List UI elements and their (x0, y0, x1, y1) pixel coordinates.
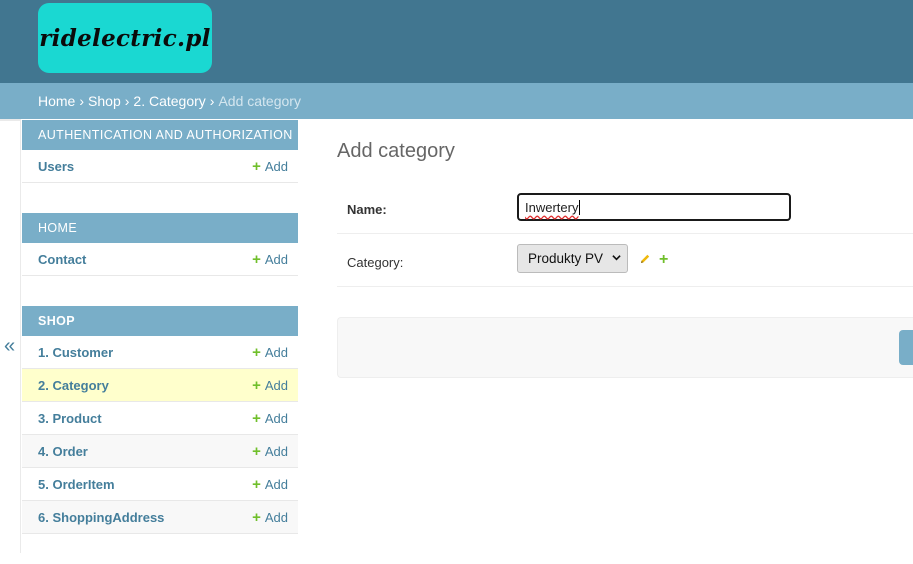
add-label: Add (264, 251, 288, 267)
category-select-value: Produkty PV (528, 251, 604, 266)
name-input-value: Inwertery (525, 199, 579, 215)
sidebar-item-category: 2. Category + Add (22, 369, 298, 402)
sidebar-item-label[interactable]: Contact (38, 252, 86, 267)
save-button[interactable] (899, 330, 913, 365)
sidebar-item-contact: Contact + Add (22, 243, 298, 276)
add-label: Add (264, 410, 288, 426)
text-caret (579, 199, 581, 215)
add-orderitem-link[interactable]: + Add (252, 476, 288, 493)
pencil-icon[interactable] (639, 253, 651, 265)
breadcrumb-current: Add category (218, 93, 301, 109)
add-label: Add (264, 377, 288, 393)
site-header: ridelectric.pl (0, 0, 913, 83)
plus-icon: + (252, 409, 261, 427)
form-row-category: Category: Produkty PV + (337, 234, 913, 287)
module-home: HOME Contact + Add (22, 213, 298, 276)
category-label: Category: (347, 255, 404, 270)
add-product-link[interactable]: + Add (252, 410, 288, 427)
sidebar-item-order: 4. Order + Add (22, 435, 298, 468)
add-label: Add (264, 443, 288, 459)
module-caption-home[interactable]: HOME (22, 213, 298, 243)
plus-icon: + (252, 508, 261, 526)
sidebar-item-label[interactable]: 5. OrderItem (38, 477, 115, 492)
breadcrumb: Home › Shop › 2. Category › Add category (0, 83, 913, 119)
add-users-link[interactable]: + Add (252, 158, 288, 175)
category-select[interactable]: Produkty PV (517, 244, 628, 273)
sidebar-item-product: 3. Product + Add (22, 402, 298, 435)
plus-icon[interactable]: + (659, 251, 668, 269)
plus-icon: + (252, 442, 261, 460)
name-input[interactable]: Inwertery (517, 193, 791, 221)
add-order-link[interactable]: + Add (252, 443, 288, 460)
plus-icon: + (252, 343, 261, 361)
sidebar-item-label[interactable]: 3. Product (38, 411, 102, 426)
breadcrumb-separator: › (79, 93, 85, 109)
site-logo[interactable]: ridelectric.pl (38, 3, 212, 73)
breadcrumb-home[interactable]: Home (38, 93, 75, 109)
plus-icon: + (252, 376, 261, 394)
plus-icon: + (252, 475, 261, 493)
add-category-link[interactable]: + Add (252, 377, 288, 394)
sidebar-toggle[interactable]: « (0, 119, 21, 553)
module-caption-auth[interactable]: AUTHENTICATION AND AUTHORIZATION (22, 120, 298, 150)
sidebar-item-label[interactable]: 1. Customer (38, 345, 113, 360)
breadcrumb-shop[interactable]: Shop (88, 93, 121, 109)
add-label: Add (264, 509, 288, 525)
sidebar-item-label[interactable]: 4. Order (38, 444, 88, 459)
sidebar-item-customer: 1. Customer + Add (22, 336, 298, 369)
module-auth: AUTHENTICATION AND AUTHORIZATION Users +… (22, 120, 298, 183)
plus-icon: + (252, 250, 261, 268)
sidebar-item-orderitem: 5. OrderItem + Add (22, 468, 298, 501)
submit-row (337, 317, 913, 378)
chevron-down-icon (612, 255, 621, 261)
add-label: Add (264, 158, 288, 174)
sidebar-item-users: Users + Add (22, 150, 298, 183)
form-row-name: Name: Inwertery (337, 181, 913, 234)
plus-icon: + (252, 157, 261, 175)
sidebar-item-label[interactable]: 6. ShoppingAddress (38, 510, 164, 525)
sidebar-item-label[interactable]: Users (38, 159, 74, 174)
nav-sidebar: AUTHENTICATION AND AUTHORIZATION Users +… (22, 120, 298, 564)
breadcrumb-separator: › (124, 93, 130, 109)
add-customer-link[interactable]: + Add (252, 344, 288, 361)
module-caption-shop[interactable]: SHOP (22, 306, 298, 336)
breadcrumb-category[interactable]: 2. Category (133, 93, 205, 109)
double-chevron-left-icon[interactable]: « (4, 335, 15, 358)
sidebar-item-label[interactable]: 2. Category (38, 378, 109, 393)
breadcrumb-separator: › (209, 93, 215, 109)
add-shoppingaddress-link[interactable]: + Add (252, 509, 288, 526)
logo-text: ridelectric.pl (39, 24, 211, 52)
name-label: Name: (347, 202, 387, 217)
add-contact-link[interactable]: + Add (252, 251, 288, 268)
module-shop: SHOP 1. Customer + Add 2. Category + Add 3… (22, 306, 298, 534)
page-title: Add category (337, 140, 455, 162)
add-label: Add (264, 344, 288, 360)
add-label: Add (264, 476, 288, 492)
sidebar-item-shoppingaddress: 6. ShoppingAddress + Add (22, 501, 298, 534)
